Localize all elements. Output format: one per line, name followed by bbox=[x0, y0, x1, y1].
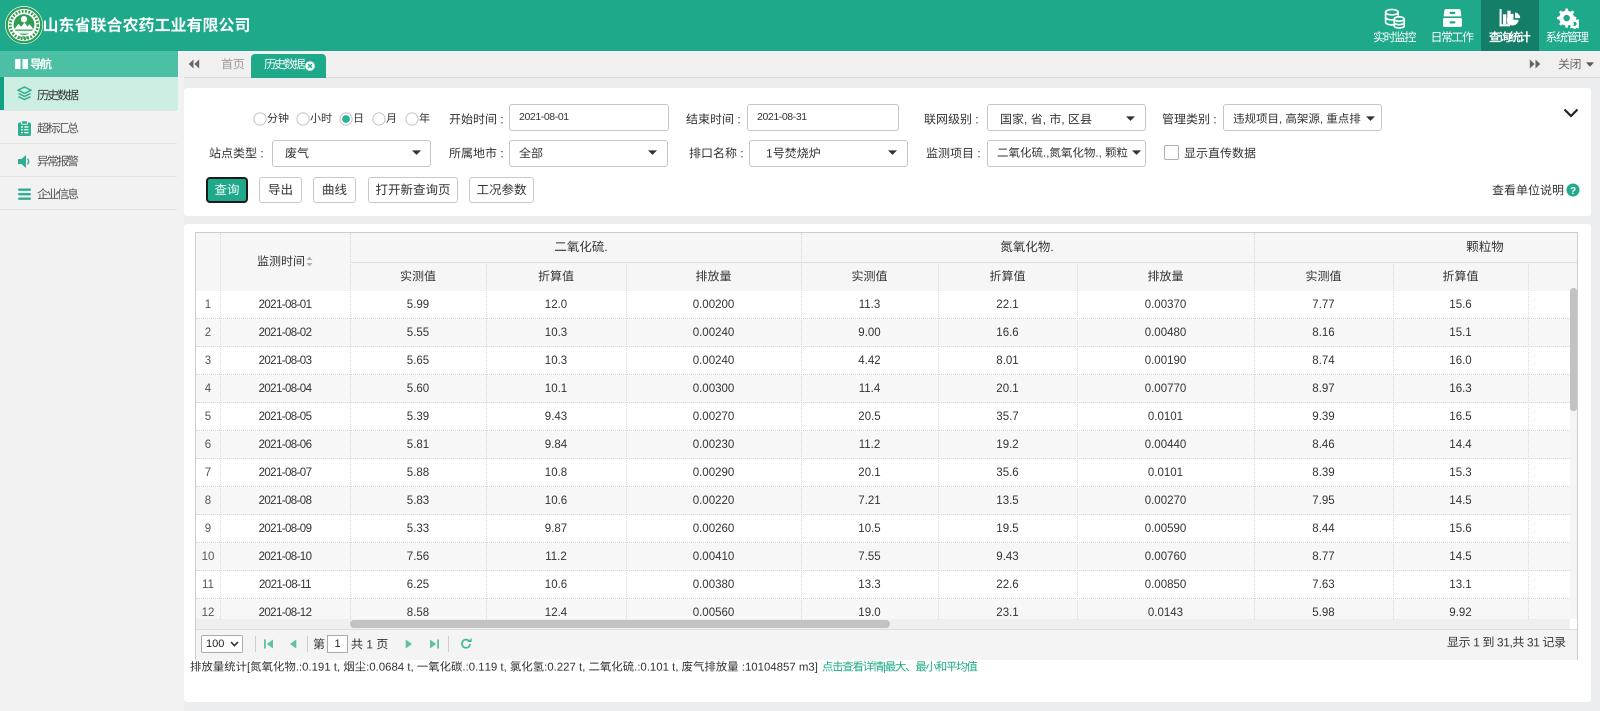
svg-text:?: ? bbox=[1570, 186, 1576, 197]
svg-text:MEE: MEE bbox=[19, 35, 29, 40]
